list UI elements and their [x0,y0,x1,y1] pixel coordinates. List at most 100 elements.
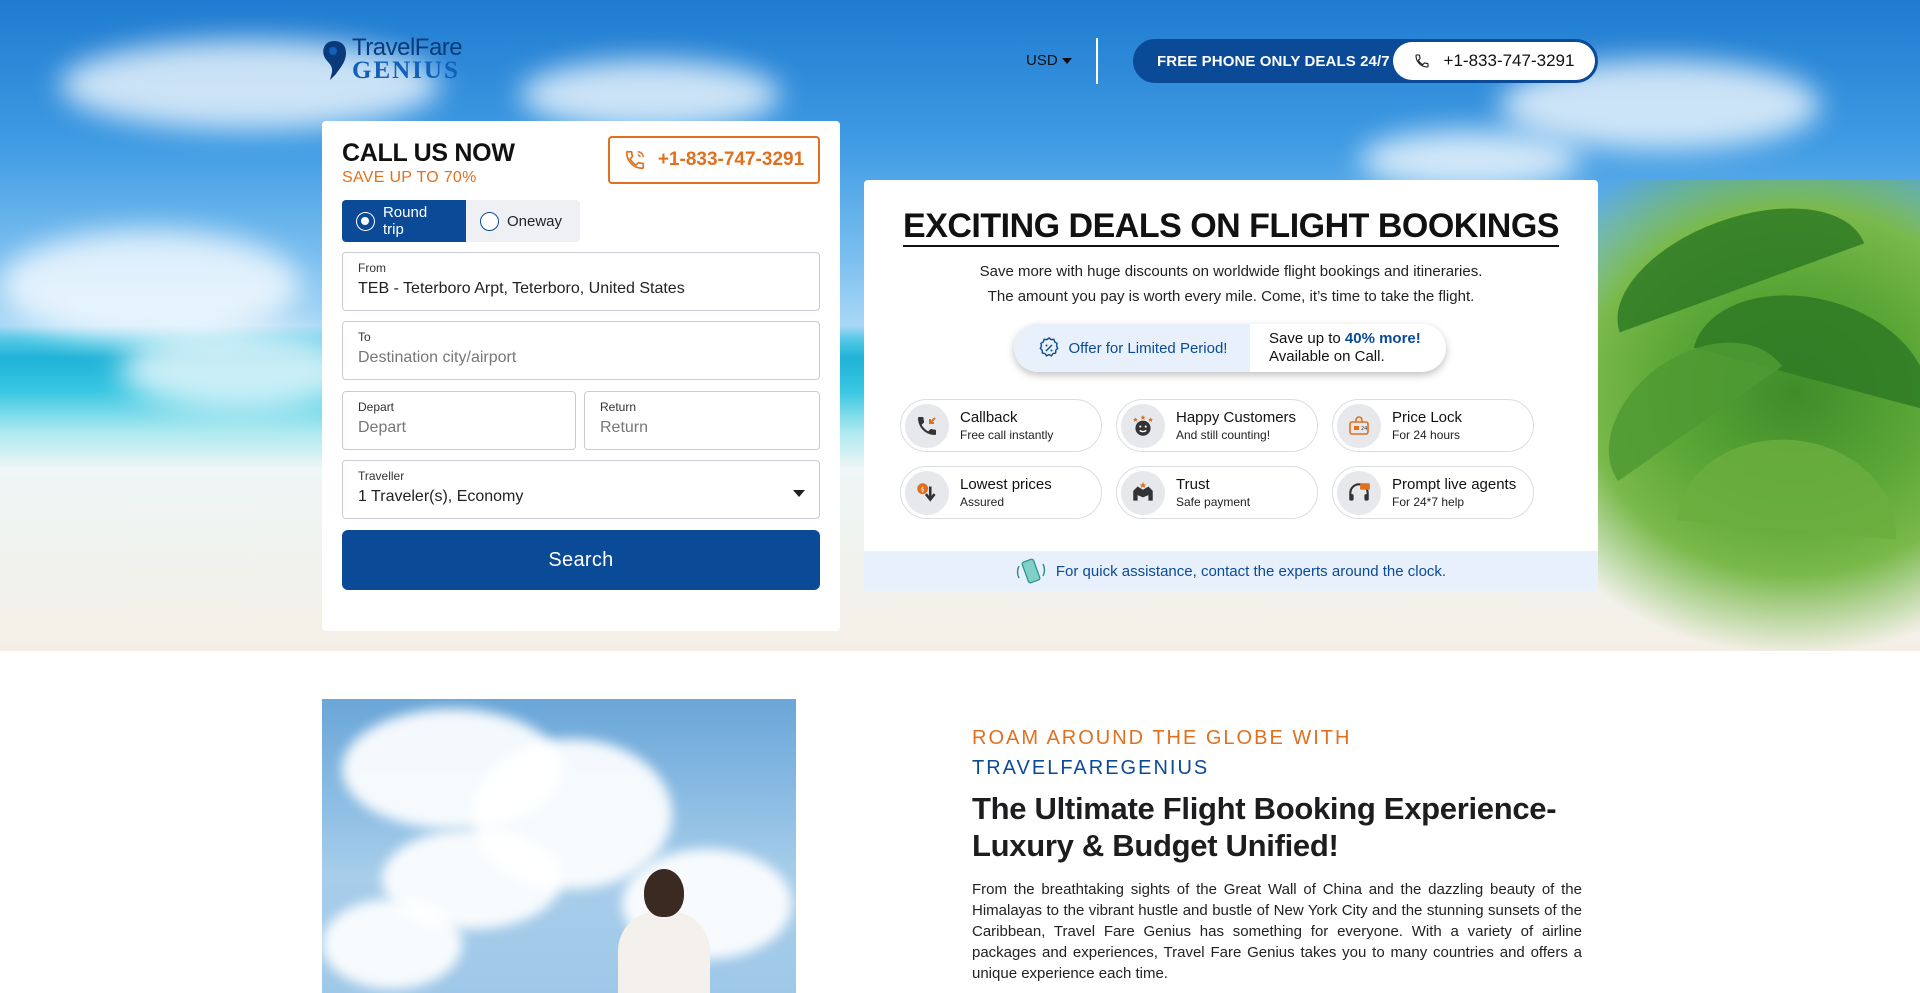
trip-type-toggle: Round trip Oneway [342,200,580,242]
assistance-bar: For quick assistance, contact the expert… [864,551,1598,591]
logo-line-1: TravelFare [352,33,463,61]
about-paragraph: From the breathtaking sights of the Grea… [972,881,1582,982]
chevron-down-icon [1061,57,1072,64]
header-divider [1096,38,1098,84]
feature-subtitle: Assured [960,495,1005,509]
phone-icon [1414,54,1429,68]
feature-subtitle: For 24*7 help [1392,495,1465,509]
call-now-title: CALL US NOW [342,139,515,167]
offer-line-2: Available on Call. [1269,348,1385,365]
radio-selected-icon [356,211,375,231]
logo-text: TravelFare GENIUS [352,33,463,84]
feature-live-agents: Prompt live agents For 24*7 help [1332,466,1534,519]
feature-text: Prompt live agents For 24*7 help [1392,476,1516,509]
deals-desc-line-2: The amount you pay is worth every mile. … [987,288,1475,305]
offer-highlight: 40% more! [1344,330,1421,347]
from-value: TEB - Teterboro Arpt, Teterboro, United … [358,280,685,297]
feature-title: Lowest prices [960,476,1052,493]
offer-left: Offer for Limited Period! [1014,324,1250,372]
to-label: To [358,330,371,344]
feature-text: Callback Free call instantly [960,409,1053,442]
mobile-support-icon [1016,558,1046,584]
handshake-icon [1121,470,1165,515]
offer-line-1: Save up to 40% more! [1269,330,1421,348]
discount-badge-icon [1038,337,1059,357]
header-phone-number-button[interactable]: +1-833-747-3291 [1393,42,1595,80]
feature-text: Lowest prices Assured [960,476,1052,509]
trip-round-trip-label: Round trip [382,204,428,238]
deals-title: EXCITING DEALS ON FLIGHT BOOKINGS [864,207,1598,247]
radio-unselected-icon [480,211,499,231]
feature-subtitle: And still counting! [1176,428,1271,442]
feature-text: Trust Safe payment [1176,476,1250,509]
feature-price-lock: 24 Price Lock For 24 hours [1332,399,1534,452]
feature-subtitle: Safe payment [1176,495,1251,509]
feature-title: Price Lock [1392,409,1463,426]
assistance-text: For quick assistance, contact the expert… [1055,562,1447,580]
search-button[interactable]: Search [342,530,820,590]
offer-left-text: Offer for Limited Period! [1068,339,1228,357]
about-eyebrow-1: ROAM AROUND THE GLOBE WITH [972,727,1352,749]
feature-title: Happy Customers [1176,409,1297,426]
return-placeholder: Return [600,419,649,436]
deals-panel: EXCITING DEALS ON FLIGHT BOOKINGS Save m… [864,180,1598,591]
traveler-figure-body [618,911,710,993]
call-now-subtitle: SAVE UP TO 70% [342,169,477,186]
depart-date-field[interactable]: Depart Depart [342,391,576,450]
return-label: Return [600,400,637,414]
deals-description: Save more with huge discounts on worldwi… [864,259,1598,309]
sky-cloud [0,230,300,340]
return-date-field[interactable]: Return Return [584,391,820,450]
feature-lowest-prices: $ Lowest prices Assured [900,466,1102,519]
price-lock-icon: 24 [1337,403,1381,448]
trip-oneway-option[interactable]: Oneway [466,200,576,242]
smiley-stars-icon [1121,403,1165,448]
call-number-button[interactable]: +1-833-747-3291 [608,136,820,184]
deals-desc-line-1: Save more with huge discounts on worldwi… [979,263,1483,280]
feature-subtitle: Free call instantly [960,428,1054,442]
feature-title: Callback [960,409,1018,426]
feature-callback: Callback Free call instantly [900,399,1102,452]
photo-cloud [322,899,462,989]
feature-subtitle: For 24 hours [1392,428,1461,442]
feature-text: Happy Customers And still counting! [1176,409,1296,442]
logo-genie-icon [320,38,350,80]
deals-title-text: EXCITING DEALS ON FLIGHT BOOKINGS [903,207,1559,247]
currency-label: USD [1026,52,1058,69]
phone-icon [625,150,644,170]
traveller-label: Traveller [358,469,405,483]
depart-label: Depart [358,400,395,414]
feature-title: Prompt live agents [1392,476,1517,493]
currency-selector[interactable]: USD [1026,52,1072,69]
phone-callback-icon [905,403,949,448]
sky-cloud [520,60,780,130]
header-phone-number: +1-833-747-3291 [1443,51,1575,70]
trip-oneway-label: Oneway [507,212,563,230]
limited-offer-badge: Offer for Limited Period! Save up to 40%… [1014,324,1446,372]
from-label: From [358,261,386,275]
logo-line-2: GENIUS [352,56,460,84]
to-field[interactable]: To Destination city/airport [342,321,820,380]
from-field[interactable]: From TEB - Teterboro Arpt, Teterboro, Un… [342,252,820,311]
phone-deals-label: FREE PHONE ONLY DEALS 24/7 [1157,52,1390,70]
trip-round-trip-option[interactable]: Round trip [342,200,466,242]
offer-right: Save up to 40% more! Available on Call. [1250,324,1421,372]
traveller-value: 1 Traveler(s), Economy [358,488,524,505]
depart-placeholder: Depart [358,419,407,436]
offer-prefix: Save up to [1269,330,1345,347]
about-heading: The Ultimate Flight Booking Experience- … [972,791,1557,863]
call-now-block: CALL US NOW SAVE UP TO 70% [342,139,515,187]
header-phone-pill[interactable]: FREE PHONE ONLY DEALS 24/7 +1-833-747-32… [1133,39,1598,83]
svg-text:$: $ [921,485,925,493]
booking-card: CALL US NOW SAVE UP TO 70% +1-833-747-32… [322,121,840,631]
traveller-select[interactable]: Traveller 1 Traveler(s), Economy [342,460,820,519]
svg-text:24: 24 [1361,426,1367,432]
about-eyebrow-2: TRAVELFAREGENIUS [972,757,1210,779]
chevron-down-icon [793,490,805,497]
to-placeholder: Destination city/airport [358,349,517,366]
site-logo[interactable]: TravelFare GENIUS [320,33,475,84]
traveler-photo [322,699,796,993]
traveler-figure-head [644,869,684,917]
feature-trust: Trust Safe payment [1116,466,1318,519]
headset-icon [1337,470,1381,515]
